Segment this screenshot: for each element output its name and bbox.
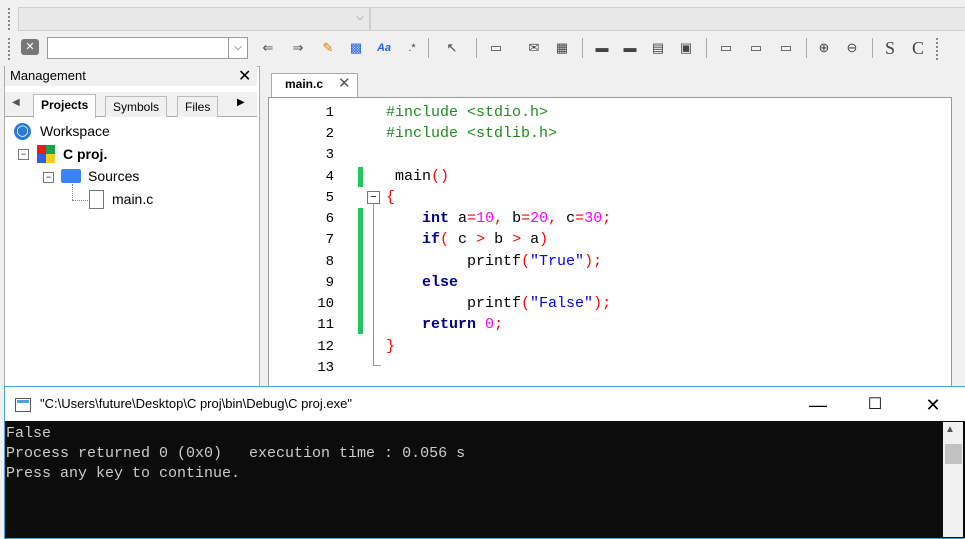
line-number: 3	[325, 147, 334, 163]
zoom-in-icon[interactable]: ⊕	[814, 38, 834, 58]
fold-line	[373, 365, 381, 366]
scrollbar-thumb[interactable]	[945, 444, 962, 464]
separator	[872, 38, 873, 58]
line-number: 10	[317, 296, 334, 312]
back-arrow-icon[interactable]: ⇐	[258, 38, 278, 58]
chevron-right-icon[interactable]: ▶	[237, 97, 245, 108]
match-case-icon[interactable]: Aa	[374, 38, 394, 58]
envelope-icon[interactable]: ✉	[524, 38, 544, 58]
code-line-7: if( c > b > a)	[422, 231, 549, 248]
minimize-button[interactable]: —	[796, 392, 840, 418]
rect1-icon[interactable]: ▭	[716, 38, 736, 58]
c-icon[interactable]: C	[908, 38, 928, 58]
console-line: Process returned 0 (0x0) execution time …	[6, 445, 466, 462]
zoom-out-icon[interactable]: ⊖	[842, 38, 862, 58]
change-marker	[358, 208, 363, 334]
code-line-2: #include <stdlib.h>	[386, 125, 558, 142]
separator	[806, 38, 807, 58]
code-line-9: else	[422, 274, 459, 291]
code-line-1: #include <stdio.h>	[386, 104, 549, 121]
s-icon[interactable]: S	[880, 38, 900, 58]
code-line-4: main()	[395, 168, 450, 185]
code-line-5: {	[386, 189, 396, 206]
block2-icon[interactable]: ▬	[620, 38, 640, 58]
code-line-6: int a=10, b=20, c=30;	[422, 210, 612, 227]
editor-tabbar	[265, 66, 965, 96]
line-number: 7	[325, 232, 334, 248]
box-icon[interactable]: ▭	[486, 38, 506, 58]
separator	[428, 38, 429, 58]
line-number: 9	[325, 275, 334, 291]
replace-icon[interactable]: ▩	[346, 38, 366, 58]
console-app-icon	[15, 398, 31, 412]
line-number: 2	[325, 126, 334, 142]
tab-files[interactable]: Files	[177, 96, 219, 117]
tab-label[interactable]: main.c	[285, 77, 323, 91]
block3-icon[interactable]: ▤	[648, 38, 668, 58]
line-number: 1	[325, 105, 334, 121]
tree-line	[72, 200, 88, 202]
line-number: 13	[317, 360, 334, 376]
clear-icon[interactable]: ✕	[21, 39, 39, 55]
chevron-down-icon[interactable]: ⌵	[353, 10, 367, 26]
code-line-12: }	[386, 338, 396, 355]
maximize-button[interactable]: ☐	[853, 392, 897, 418]
separator	[706, 38, 707, 58]
collapse-icon[interactable]: −	[18, 149, 29, 160]
line-number: 8	[325, 254, 334, 270]
console-title: "C:\Users\future\Desktop\C proj\bin\Debu…	[40, 396, 352, 411]
tree-item-sources[interactable]: Sources	[88, 168, 139, 184]
console-line: Press any key to continue.	[6, 465, 241, 482]
rect2-icon[interactable]: ▭	[746, 38, 766, 58]
image-icon[interactable]: ▦	[552, 38, 572, 58]
tab-projects[interactable]: Projects	[33, 94, 97, 118]
file-icon	[89, 190, 104, 209]
close-icon[interactable]: ✕	[338, 74, 351, 92]
code-line-10: printf("False");	[386, 295, 612, 312]
regex-icon[interactable]: .*	[402, 38, 422, 58]
forward-arrow-icon[interactable]: ⇒	[288, 38, 308, 58]
tree-item-project[interactable]: C proj.	[63, 146, 107, 162]
folder-open-icon	[61, 169, 81, 183]
toolbar-grip[interactable]	[936, 38, 941, 60]
block1-icon[interactable]: ▬	[592, 38, 612, 58]
scroll-up-icon[interactable]: ▲	[945, 424, 955, 435]
collapse-icon[interactable]: −	[43, 172, 54, 183]
code-line-8: printf("True");	[386, 253, 603, 270]
workspace-icon: ◯	[14, 123, 31, 140]
select-icon[interactable]: ↖	[442, 38, 462, 58]
tab-symbols[interactable]: Symbols	[105, 96, 168, 117]
change-marker	[358, 167, 363, 187]
line-number: 4	[325, 169, 334, 185]
toolbar-grip[interactable]	[8, 8, 13, 30]
line-number: 11	[317, 317, 334, 333]
line-number: 5	[325, 190, 334, 206]
rect3-icon[interactable]: ▭	[776, 38, 796, 58]
code-line-11: return 0;	[422, 316, 504, 333]
scope-combo[interactable]: ⌵	[18, 7, 370, 31]
separator	[476, 38, 477, 58]
line-number: 6	[325, 211, 334, 227]
fold-line	[373, 203, 374, 365]
tree-item-workspace[interactable]: Workspace	[40, 123, 110, 139]
toolbar-grip[interactable]	[8, 38, 13, 60]
tree-line	[72, 184, 74, 200]
console-line: False	[6, 425, 52, 442]
management-title: Management	[10, 68, 86, 83]
chevron-left-icon[interactable]: ◀	[12, 97, 20, 108]
console-scrollbar[interactable]	[943, 422, 963, 537]
function-combo[interactable]	[370, 7, 965, 31]
tree-item-main-c[interactable]: main.c	[112, 191, 153, 207]
block4-icon[interactable]: ▣	[676, 38, 696, 58]
close-icon[interactable]: ✕	[238, 66, 251, 86]
line-number: 12	[317, 339, 334, 355]
close-button[interactable]: ✕	[911, 392, 955, 418]
separator	[582, 38, 583, 58]
highlight-icon[interactable]: ✎	[318, 38, 338, 58]
chevron-down-icon[interactable]: ⌵	[228, 37, 248, 59]
project-icon	[37, 145, 55, 163]
search-input[interactable]	[47, 37, 231, 59]
code-editor[interactable]	[268, 97, 952, 389]
